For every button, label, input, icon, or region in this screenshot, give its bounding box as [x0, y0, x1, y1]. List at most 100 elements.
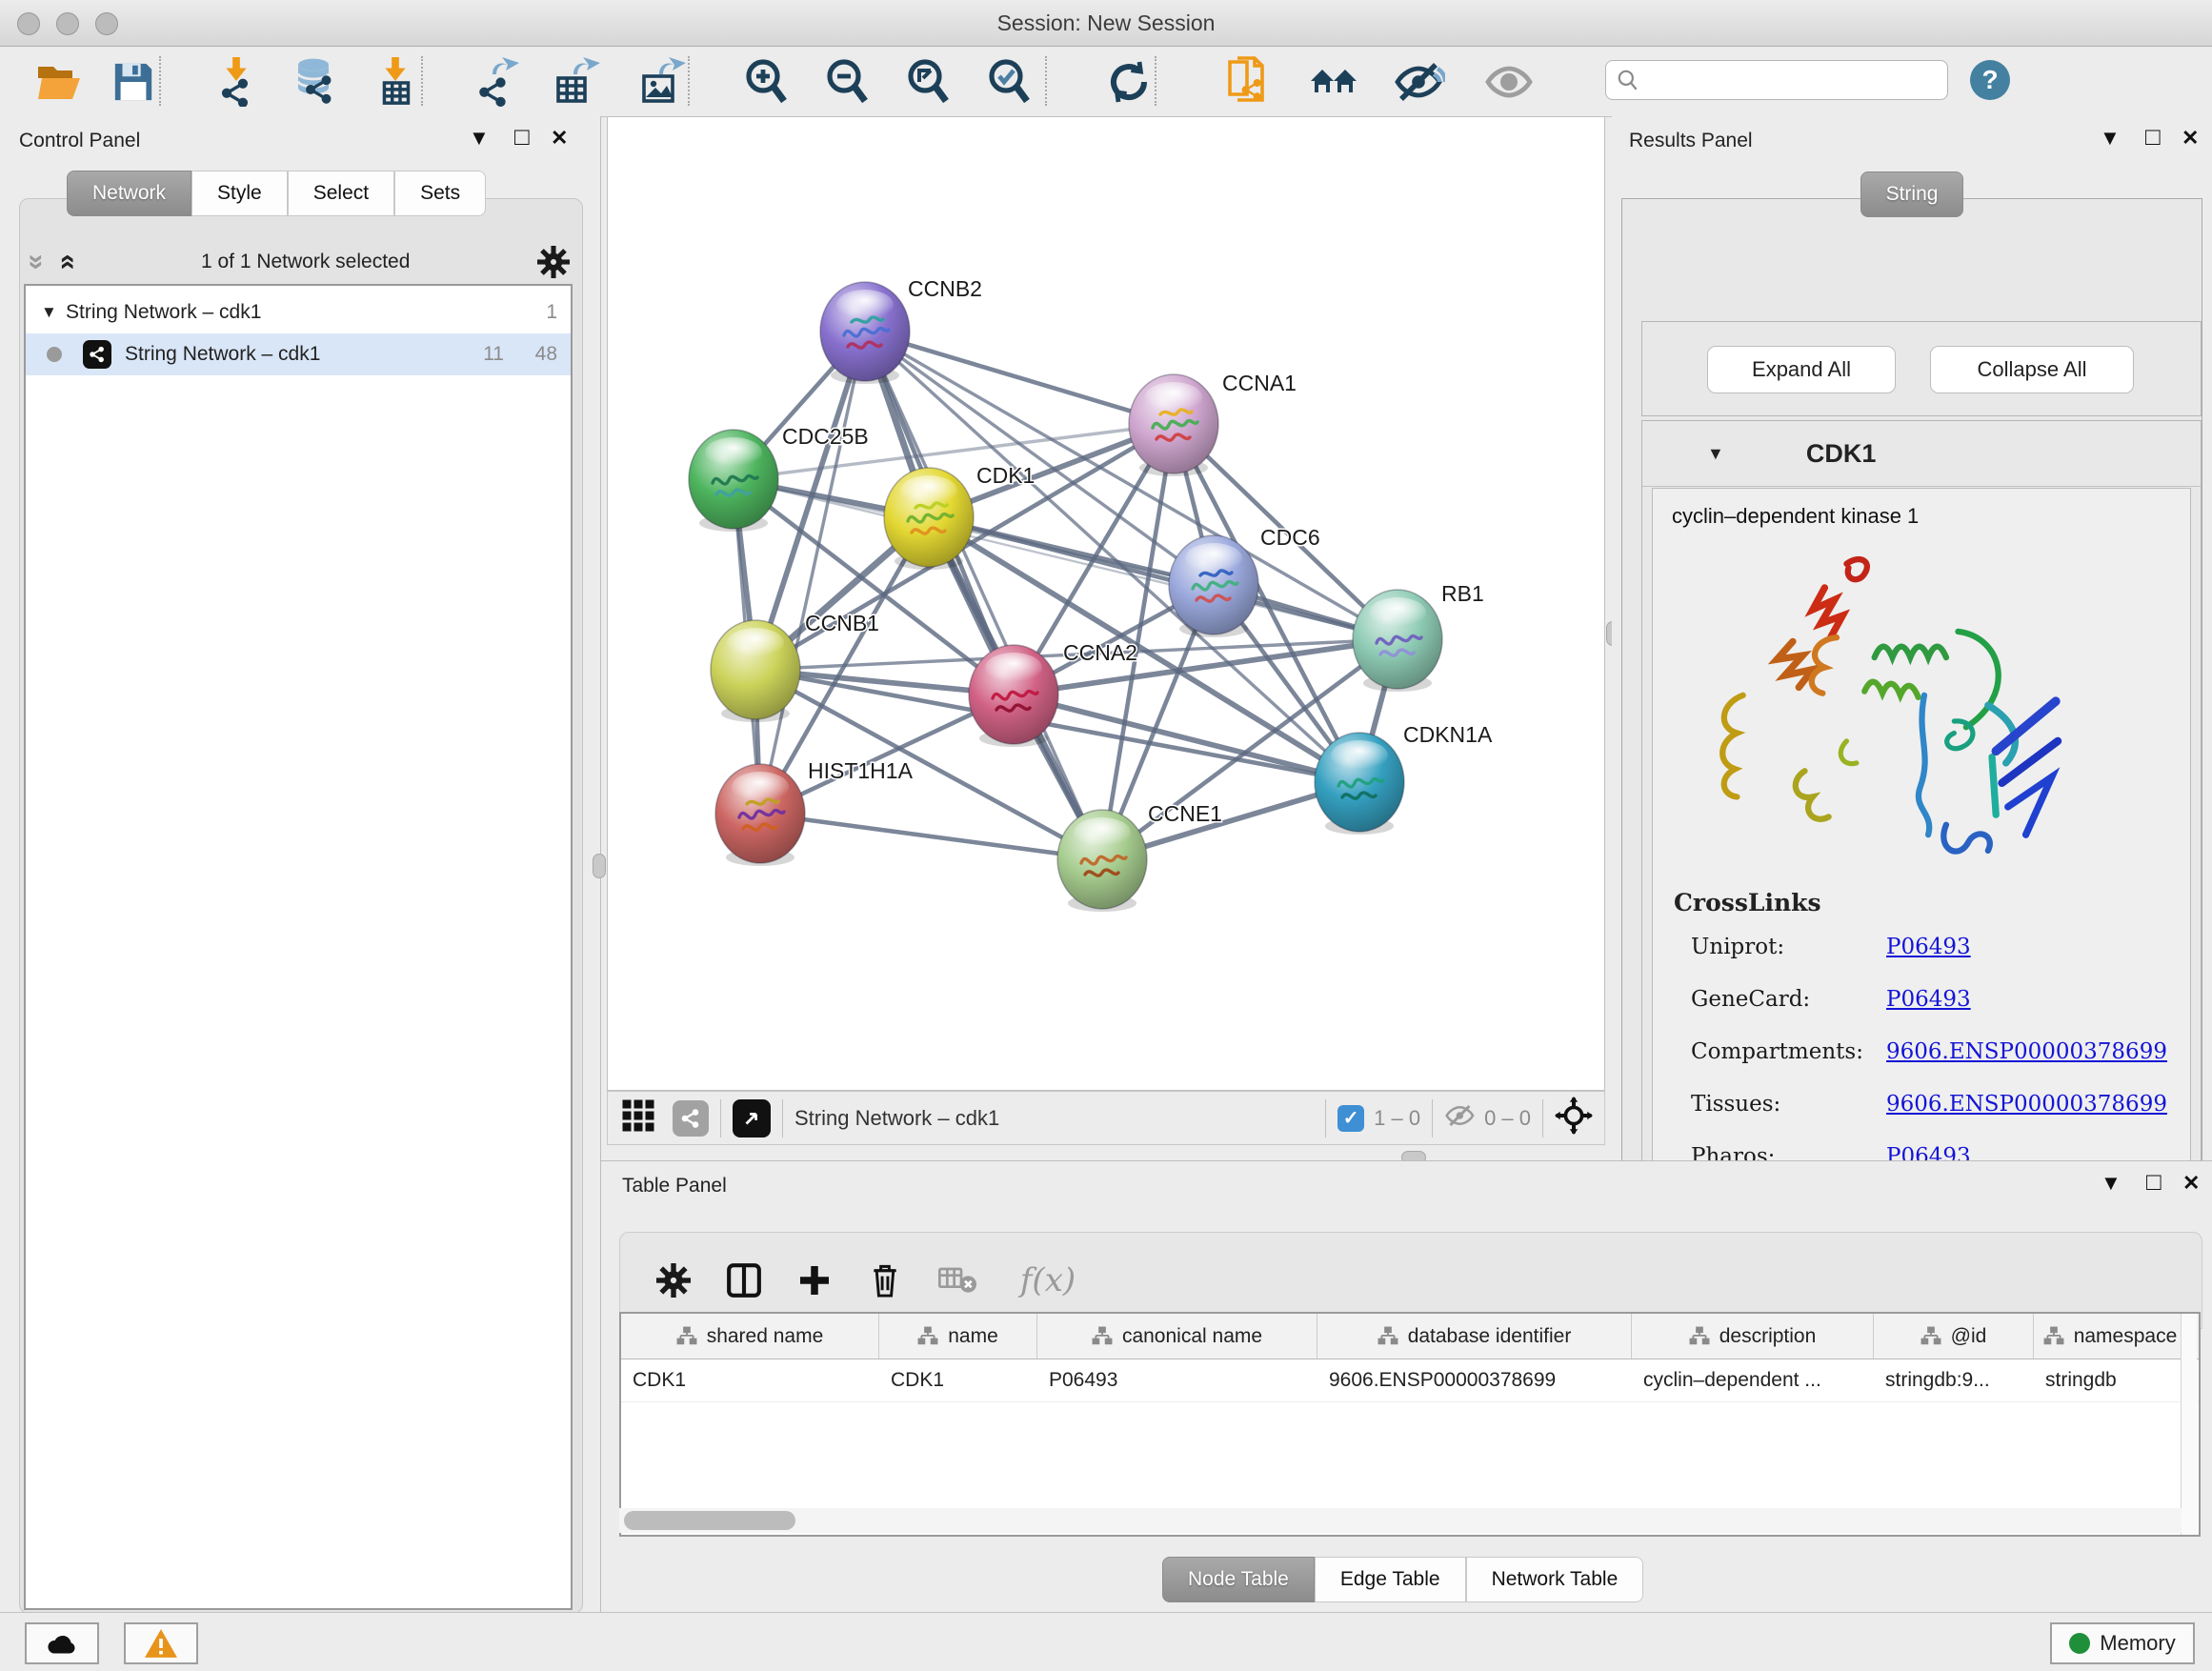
- crosslink-link[interactable]: P06493: [1886, 935, 1971, 959]
- network-node-HIST1H1A[interactable]: HIST1H1A: [715, 758, 914, 866]
- tab-sets[interactable]: Sets: [394, 171, 486, 216]
- table-settings-gear-icon[interactable]: [649, 1258, 698, 1303]
- column-header-shared-name[interactable]: shared name: [621, 1314, 879, 1359]
- birdseye-view-icon[interactable]: [733, 1099, 771, 1137]
- table-cell[interactable]: 9606.ENSP00000378699: [1317, 1359, 1632, 1401]
- network-collection-row[interactable]: ▼ String Network – cdk1 1: [26, 292, 571, 333]
- table-cell[interactable]: cyclin–dependent ...: [1632, 1359, 1874, 1401]
- tab-edge-table[interactable]: Edge Table: [1315, 1557, 1466, 1602]
- close-window-button[interactable]: [17, 12, 40, 35]
- memory-button[interactable]: Memory: [2050, 1622, 2195, 1664]
- table-panel-tabs: Node TableEdge TableNetwork Table: [1162, 1557, 1643, 1602]
- table-horizontal-scrollbar[interactable]: [619, 1508, 2182, 1533]
- string-network-graph[interactable]: CCNB2CCNA1CDC25BCDK1CDC6RB1CCNB1CCNA2CDK…: [608, 117, 1604, 1090]
- crosslink-link[interactable]: P06493: [1886, 987, 1971, 1012]
- zoom-selected-button[interactable]: [983, 58, 1036, 106]
- network-node-CCNB2[interactable]: CCNB2: [820, 276, 982, 384]
- refresh-button[interactable]: [1102, 58, 1156, 106]
- open-session-button[interactable]: [32, 58, 86, 106]
- help-button[interactable]: ?: [1970, 60, 2010, 100]
- column-header-name[interactable]: name: [879, 1314, 1037, 1359]
- zoom-fit-button[interactable]: [902, 58, 955, 106]
- table-cell[interactable]: CDK1: [621, 1359, 879, 1401]
- crosslink-link[interactable]: 9606.ENSP00000378699: [1886, 1039, 2167, 1064]
- network-node-CDKN1A[interactable]: CDKN1A: [1315, 722, 1493, 835]
- column-header-canonical-name[interactable]: canonical name: [1037, 1314, 1317, 1359]
- search-input[interactable]: [1640, 69, 1930, 92]
- grid-view-icon[interactable]: [621, 1098, 655, 1137]
- network-row-selected[interactable]: String Network – cdk1 11 48: [26, 333, 571, 375]
- tab-style[interactable]: Style: [191, 171, 288, 216]
- network-node-CCNE1[interactable]: CCNE1: [1057, 801, 1222, 912]
- cloud-status-button[interactable]: [25, 1622, 99, 1664]
- collection-expand-icon[interactable]: ▼: [41, 303, 66, 322]
- section-collapse-icon[interactable]: ▼: [1707, 444, 1724, 464]
- expand-all-button[interactable]: Expand All: [1707, 346, 1896, 393]
- table-cell[interactable]: stringdb: [2034, 1359, 2187, 1401]
- panel-collapse-icon[interactable]: ▼: [2101, 1173, 2122, 1194]
- table-vertical-scrollbar[interactable]: [2181, 1314, 2197, 1535]
- delete-table-icon[interactable]: [933, 1258, 982, 1303]
- import-network-file-button[interactable]: [210, 58, 263, 106]
- export-image-button[interactable]: [635, 58, 689, 106]
- home-layout-button[interactable]: [1307, 58, 1360, 106]
- edge-CCNB2-CCNA1[interactable]: [865, 332, 1174, 424]
- warnings-button[interactable]: [124, 1622, 198, 1664]
- panel-float-icon[interactable]: □: [2146, 1171, 2162, 1192]
- function-builder-icon[interactable]: f(x): [1005, 1258, 1091, 1303]
- zoom-in-button[interactable]: [740, 58, 794, 106]
- add-column-icon[interactable]: [790, 1258, 839, 1303]
- import-network-database-button[interactable]: [288, 58, 341, 106]
- tab-select[interactable]: Select: [288, 171, 394, 216]
- edge-CDK1-RB1[interactable]: [929, 517, 1398, 639]
- column-header-description[interactable]: description: [1632, 1314, 1874, 1359]
- gene-section-header[interactable]: ▼ CDK1: [1642, 421, 2201, 487]
- export-network-button[interactable]: [469, 58, 522, 106]
- table-cell[interactable]: CDK1: [879, 1359, 1037, 1401]
- panel-float-icon[interactable]: □: [514, 126, 530, 147]
- table-row[interactable]: CDK1CDK1P064939606.ENSP00000378699cyclin…: [621, 1359, 2199, 1402]
- table-cell[interactable]: P06493: [1037, 1359, 1317, 1401]
- network-options-gear-icon[interactable]: [537, 246, 570, 278]
- column-header-namespace[interactable]: namespace: [2034, 1314, 2187, 1359]
- scrollbar-thumb[interactable]: [624, 1511, 795, 1530]
- tab-node-table[interactable]: Node Table: [1162, 1557, 1315, 1602]
- panel-collapse-icon[interactable]: ▼: [2100, 128, 2121, 149]
- zoom-window-button[interactable]: [95, 12, 118, 35]
- fit-content-crosshair-icon[interactable]: [1555, 1097, 1593, 1139]
- edge-CCNE1-HIST1H1A[interactable]: [760, 814, 1102, 859]
- minimize-window-button[interactable]: [56, 12, 79, 35]
- tab-network[interactable]: Network: [67, 171, 191, 216]
- crosslink-link[interactable]: 9606.ENSP00000378699: [1886, 1092, 2167, 1117]
- export-table-button[interactable]: [550, 58, 603, 106]
- show-columns-icon[interactable]: [719, 1258, 769, 1303]
- search-field[interactable]: [1605, 60, 1948, 100]
- panel-float-icon[interactable]: □: [2145, 126, 2161, 147]
- separator: [1542, 1099, 1543, 1137]
- panel-close-icon[interactable]: ✕: [2182, 1173, 2200, 1194]
- network-node-RB1[interactable]: RB1: [1353, 581, 1484, 692]
- import-table-button[interactable]: [369, 58, 422, 106]
- tab-network-table[interactable]: Network Table: [1466, 1557, 1644, 1602]
- left-splitter-handle[interactable]: [593, 854, 606, 878]
- save-session-button[interactable]: [107, 58, 160, 106]
- collapse-all-button[interactable]: Collapse All: [1930, 346, 2134, 393]
- edge-CCNB2-HIST1H1A[interactable]: [760, 332, 865, 814]
- table-cell[interactable]: stringdb:9...: [1874, 1359, 2034, 1401]
- network-canvas[interactable]: CCNB2CCNA1CDC25BCDK1CDC6RB1CCNB1CCNA2CDK…: [607, 116, 1605, 1091]
- selected-items-checkbox[interactable]: ✓: [1337, 1105, 1364, 1132]
- collapse-all-networks-icon[interactable]: »: [27, 254, 46, 271]
- column-header-database-identifier[interactable]: database identifier: [1317, 1314, 1632, 1359]
- delete-column-trash-icon[interactable]: [860, 1258, 910, 1303]
- hide-selected-icon-button[interactable]: [1393, 58, 1446, 106]
- panel-close-icon[interactable]: ✕: [2182, 128, 2199, 149]
- expand-all-networks-icon[interactable]: »: [56, 254, 75, 271]
- panel-collapse-icon[interactable]: ▼: [469, 128, 490, 149]
- tab-string[interactable]: String: [1860, 171, 1964, 217]
- show-all-icon-button[interactable]: [1483, 58, 1537, 106]
- network-share-view-icon[interactable]: [673, 1100, 709, 1137]
- panel-close-icon[interactable]: ✕: [551, 128, 568, 149]
- string-import-button[interactable]: [1221, 58, 1275, 106]
- zoom-out-button[interactable]: [821, 58, 875, 106]
- column-header-@id[interactable]: @id: [1874, 1314, 2034, 1359]
